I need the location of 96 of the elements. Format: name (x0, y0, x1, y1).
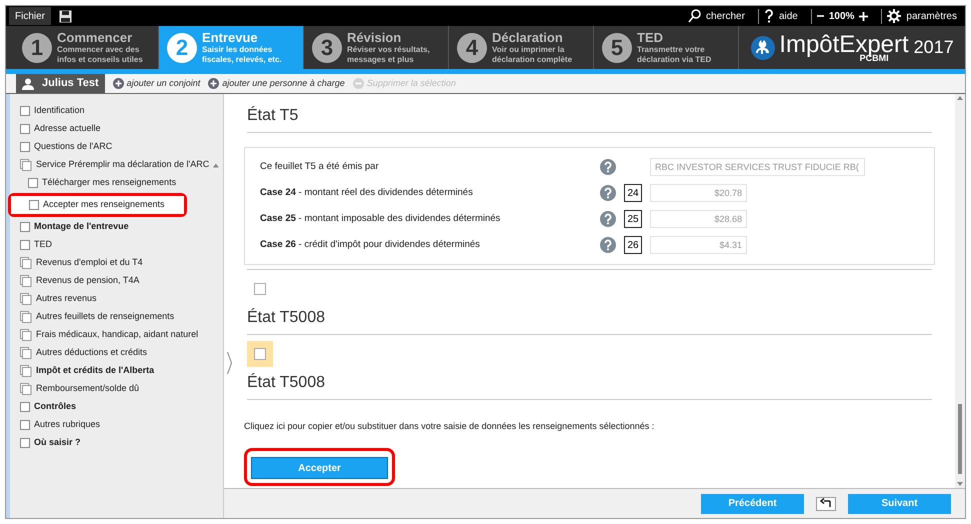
help-icon[interactable] (600, 211, 616, 227)
sidebar-item[interactable]: Revenus d'emploi et du T4 (10, 254, 223, 272)
checkbox[interactable] (20, 420, 30, 430)
checkbox[interactable] (20, 124, 30, 134)
sidebar-item[interactable]: Frais médicaux, handicap, aidant naturel (10, 326, 223, 344)
person-icon (22, 78, 34, 90)
logo-name: ImpôtExpert (779, 32, 909, 56)
documents-icon (20, 329, 32, 341)
sidebar-item[interactable]: Adresse actuelle (10, 120, 223, 138)
sidebar-item[interactable]: Montage de l'entrevue (10, 218, 223, 236)
documents-icon (20, 293, 32, 305)
help-icon[interactable] (600, 159, 616, 175)
expand-handle-icon[interactable] (227, 352, 232, 374)
toolbar-link[interactable]: chercher (706, 8, 745, 24)
step-number: 1 (22, 32, 52, 62)
box-number: 25 (624, 210, 642, 228)
step-subtitle: Voir ou imprimer la déclaration complète (492, 44, 574, 64)
sidebar-item[interactable]: Remboursement/solde dû (10, 380, 223, 398)
step-title: Déclaration (492, 30, 564, 44)
step-title: TED (637, 30, 664, 44)
checkbox[interactable] (254, 283, 266, 295)
documents-icon (20, 383, 32, 395)
sidebar-item[interactable]: Autres revenus (10, 290, 223, 308)
checkbox[interactable] (254, 348, 266, 360)
sidebar-item[interactable]: Télécharger mes renseignements (10, 174, 223, 192)
step-number: 3 (312, 32, 342, 62)
step-title: Commencer (57, 30, 134, 44)
section-title: État T5008 (247, 307, 326, 328)
sidebar-item[interactable]: Autres déductions et crédits (10, 344, 223, 362)
box-number: 26 (624, 236, 642, 254)
toolbar-link[interactable]: paramètres (906, 8, 957, 24)
checkbox[interactable] (20, 142, 30, 152)
documents-icon (20, 257, 32, 269)
logo-year: 2017 (914, 36, 954, 59)
sidebar-item[interactable]: Autres rubriques (10, 416, 223, 434)
box-number: 24 (624, 184, 642, 202)
step-number: 4 (457, 32, 487, 62)
checkbox[interactable] (20, 438, 30, 448)
checkbox[interactable] (28, 178, 38, 188)
file-menu[interactable]: Fichier (9, 7, 52, 25)
gear-icon (887, 9, 902, 23)
help-icon[interactable] (600, 237, 616, 253)
section-title: État T5008 (247, 372, 326, 393)
step-title: Révision (347, 30, 402, 44)
step-title: Entrevue (202, 30, 259, 44)
sidebar-item[interactable]: TED (10, 236, 223, 254)
toolbar-link[interactable]: aide (778, 8, 798, 24)
collapse-icon[interactable] (213, 162, 219, 168)
minus-icon[interactable] (816, 12, 824, 20)
sidebar-item[interactable]: Questions de l'ARC (10, 138, 223, 156)
help-icon (764, 9, 774, 23)
field-label: Case 26 - crédit d'impôt pour dividendes déterminés (260, 238, 481, 252)
step-subtitle: Saisir les données fiscales, relevés, etc. (202, 44, 283, 64)
documents-icon (20, 311, 32, 323)
documents-icon (20, 365, 32, 377)
step-subtitle: Transmettre votre déclaration via TED (637, 44, 712, 64)
instruction-text: Cliquez ici pour copier et/ou substituer dans votre saisie de données les renseignements sélectionnés : (244, 420, 656, 433)
logo-icon (750, 34, 776, 60)
logo-subtitle: PCBMI (860, 54, 889, 62)
checkbox[interactable] (20, 222, 30, 232)
step-subtitle: Commencer avec des infos et conseils utiles (57, 44, 144, 64)
sidebar-item[interactable]: Identification (10, 102, 223, 120)
plus-icon (112, 78, 124, 89)
documents-icon (20, 347, 32, 359)
step-number: 5 (602, 32, 632, 62)
sidebar-item[interactable]: Contrôles (10, 398, 223, 416)
field-label: Case 24 - montant réel des dividendes déterminés (260, 186, 474, 200)
sidebar-item[interactable]: Où saisir ? (10, 434, 223, 452)
field-label: Case 25 - montant imposable des dividendes déterminés (260, 212, 502, 226)
documents-icon (20, 275, 32, 287)
person-action[interactable]: ajouter une personne à charge (208, 76, 345, 90)
sidebar-item[interactable]: Revenus de pension, T4A (10, 272, 223, 290)
sidebar-item[interactable]: Autres feuillets de renseignements (10, 308, 223, 326)
scroll-down-icon[interactable] (957, 482, 963, 486)
person-tab[interactable]: Julius Test (16, 74, 105, 93)
plus-icon[interactable] (859, 12, 868, 20)
checkbox[interactable] (29, 200, 39, 210)
toolbar-link[interactable]: 100% (828, 8, 854, 24)
checkbox[interactable] (20, 402, 30, 412)
section-title: État T5 (247, 107, 298, 124)
sidebar-item[interactable]: Accepter mes renseignements (11, 196, 184, 214)
checkbox[interactable] (20, 240, 30, 250)
person-action[interactable]: ajouter un conjoint (112, 76, 200, 90)
plus-icon (208, 78, 220, 89)
help-icon[interactable] (600, 185, 616, 201)
sidebar-item[interactable]: Impôt et crédits de l'Alberta (10, 362, 223, 380)
step-subtitle: Réviser vos résultats, messages et plus (347, 44, 431, 64)
sidebar-item[interactable]: Service Préremplir ma déclaration de l'ARC (10, 156, 223, 174)
search-icon (688, 9, 702, 23)
checkbox[interactable] (20, 106, 30, 116)
field-label: Ce feuillet T5 a été émis par (260, 160, 380, 174)
documents-icon (20, 159, 32, 171)
scroll-up-icon[interactable] (957, 96, 963, 100)
step-number: 2 (167, 32, 197, 62)
save-icon[interactable] (59, 10, 72, 22)
minus-icon (352, 78, 364, 89)
